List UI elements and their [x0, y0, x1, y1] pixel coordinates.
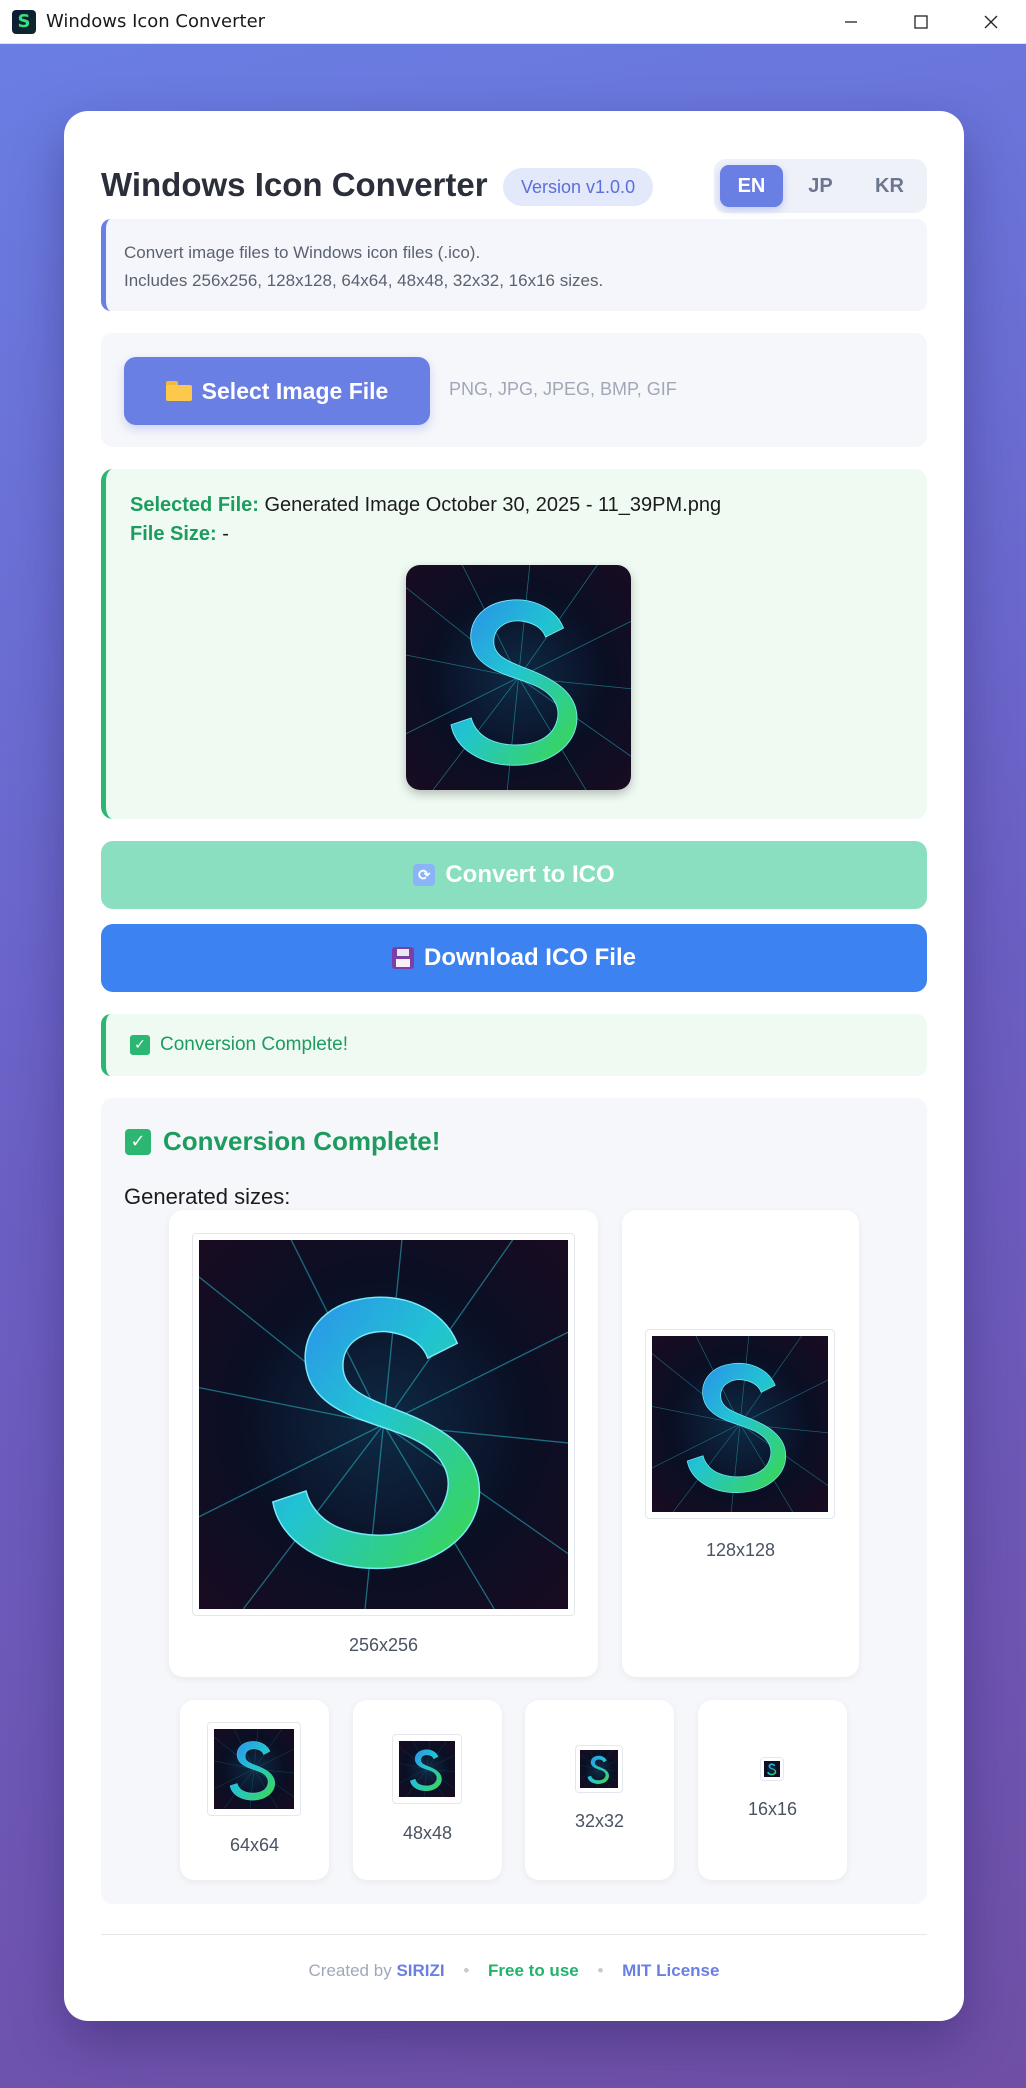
file-size-value: - — [222, 523, 229, 545]
footer-divider — [101, 1934, 927, 1935]
results-panel: ✓ Conversion Complete! Generated sizes: … — [101, 1098, 927, 1904]
thumb-64 — [207, 1722, 301, 1816]
s-logo-image — [214, 1729, 294, 1809]
file-name-label: Selected File: — [130, 494, 259, 516]
close-button[interactable] — [956, 0, 1026, 44]
window-titlebar: S Windows Icon Converter — [0, 0, 1026, 44]
lang-button-en[interactable]: EN — [720, 165, 783, 207]
s-logo-image — [580, 1750, 618, 1788]
file-name-row: Selected File: Generated Image October 3… — [130, 494, 721, 517]
thumb-256 — [192, 1233, 575, 1616]
file-select-area: Select Image File PNG, JPG, JPEG, BMP, G… — [101, 333, 927, 447]
footer: Created by SIRIZI • Free to use • MIT Li… — [101, 1961, 927, 1981]
thumb-32 — [575, 1745, 623, 1793]
floppy-disk-icon — [391, 947, 414, 969]
download-button[interactable]: Download ICO File — [101, 924, 927, 992]
check-icon: ✓ — [125, 1128, 151, 1155]
selected-file-panel: Selected File: Generated Image October 3… — [101, 469, 927, 819]
page-title: Windows Icon Converter — [101, 166, 488, 203]
maximize-icon — [914, 15, 928, 29]
free-to-use-link[interactable]: Free to use — [488, 1961, 579, 1980]
generated-sizes-label: Generated sizes: — [124, 1184, 291, 1209]
app-logo-icon: S — [12, 9, 36, 34]
size-card-128: 128x128 — [622, 1210, 859, 1677]
created-by-text: Created by — [308, 1961, 392, 1980]
select-image-label: Select Image File — [201, 377, 389, 404]
download-label: Download ICO File — [423, 944, 636, 971]
s-logo-image — [199, 1240, 568, 1609]
minimize-button[interactable] — [816, 0, 886, 44]
footer-separator: • — [597, 1961, 604, 1980]
size-label-48: 48x48 — [402, 1823, 453, 1843]
window-controls — [816, 0, 1026, 44]
refresh-icon: ⟳ — [413, 864, 436, 886]
supported-formats: PNG, JPG, JPEG, BMP, GIF — [449, 379, 677, 399]
s-logo-image — [652, 1336, 828, 1512]
status-message: ✓ Conversion Complete! — [101, 1014, 927, 1076]
image-preview — [406, 565, 631, 790]
s-logo-image — [764, 1761, 780, 1777]
select-image-button[interactable]: Select Image File — [124, 357, 430, 425]
window-title: Windows Icon Converter — [46, 11, 266, 32]
language-switcher: EN JP KR — [714, 159, 927, 213]
size-card-256: 256x256 — [169, 1210, 598, 1677]
maximize-button[interactable] — [886, 0, 956, 44]
file-size-label: File Size: — [130, 523, 217, 545]
convert-label: Convert to ICO — [445, 861, 615, 888]
file-name-value: Generated Image October 30, 2025 - 11_39… — [264, 494, 722, 516]
results-title-text: Conversion Complete! — [163, 1126, 441, 1156]
size-card-64: 64x64 — [180, 1700, 329, 1880]
convert-button[interactable]: ⟳ Convert to ICO — [101, 841, 927, 909]
size-card-16: 16x16 — [698, 1700, 847, 1880]
thumb-16 — [760, 1757, 784, 1781]
main-card: Windows Icon Converter Version v1.0.0 EN… — [64, 111, 964, 2021]
size-label-256: 256x256 — [348, 1635, 419, 1655]
info-box: Convert image files to Windows icon file… — [101, 219, 927, 311]
thumb-128 — [645, 1329, 835, 1519]
version-badge: Version v1.0.0 — [503, 168, 654, 206]
size-label-128: 128x128 — [705, 1540, 776, 1560]
size-card-48: 48x48 — [353, 1700, 502, 1880]
minimize-icon — [845, 21, 857, 23]
s-logo-image — [399, 1741, 455, 1797]
license-link[interactable]: MIT License — [622, 1961, 719, 1980]
size-label-64: 64x64 — [229, 1835, 280, 1855]
close-icon — [984, 15, 998, 29]
file-size-row: File Size: - — [130, 523, 229, 546]
folder-icon — [165, 381, 192, 401]
thumb-48 — [392, 1734, 462, 1804]
size-label-16: 16x16 — [747, 1799, 798, 1819]
size-label-32: 32x32 — [574, 1811, 625, 1831]
check-icon: ✓ — [130, 1035, 150, 1055]
footer-separator: • — [463, 1961, 470, 1980]
header: Windows Icon Converter Version v1.0.0 EN… — [101, 156, 927, 218]
lang-button-jp[interactable]: JP — [789, 165, 852, 207]
s-logo-image — [406, 565, 631, 790]
author-link[interactable]: SIRIZI — [396, 1961, 444, 1980]
results-title: ✓ Conversion Complete! — [125, 1126, 440, 1157]
info-line-2: Includes 256x256, 128x128, 64x64, 48x48,… — [124, 271, 604, 290]
info-line-1: Convert image files to Windows icon file… — [124, 243, 481, 262]
size-card-32: 32x32 — [525, 1700, 674, 1880]
lang-button-kr[interactable]: KR — [858, 165, 921, 207]
status-text: Conversion Complete! — [160, 1034, 348, 1055]
